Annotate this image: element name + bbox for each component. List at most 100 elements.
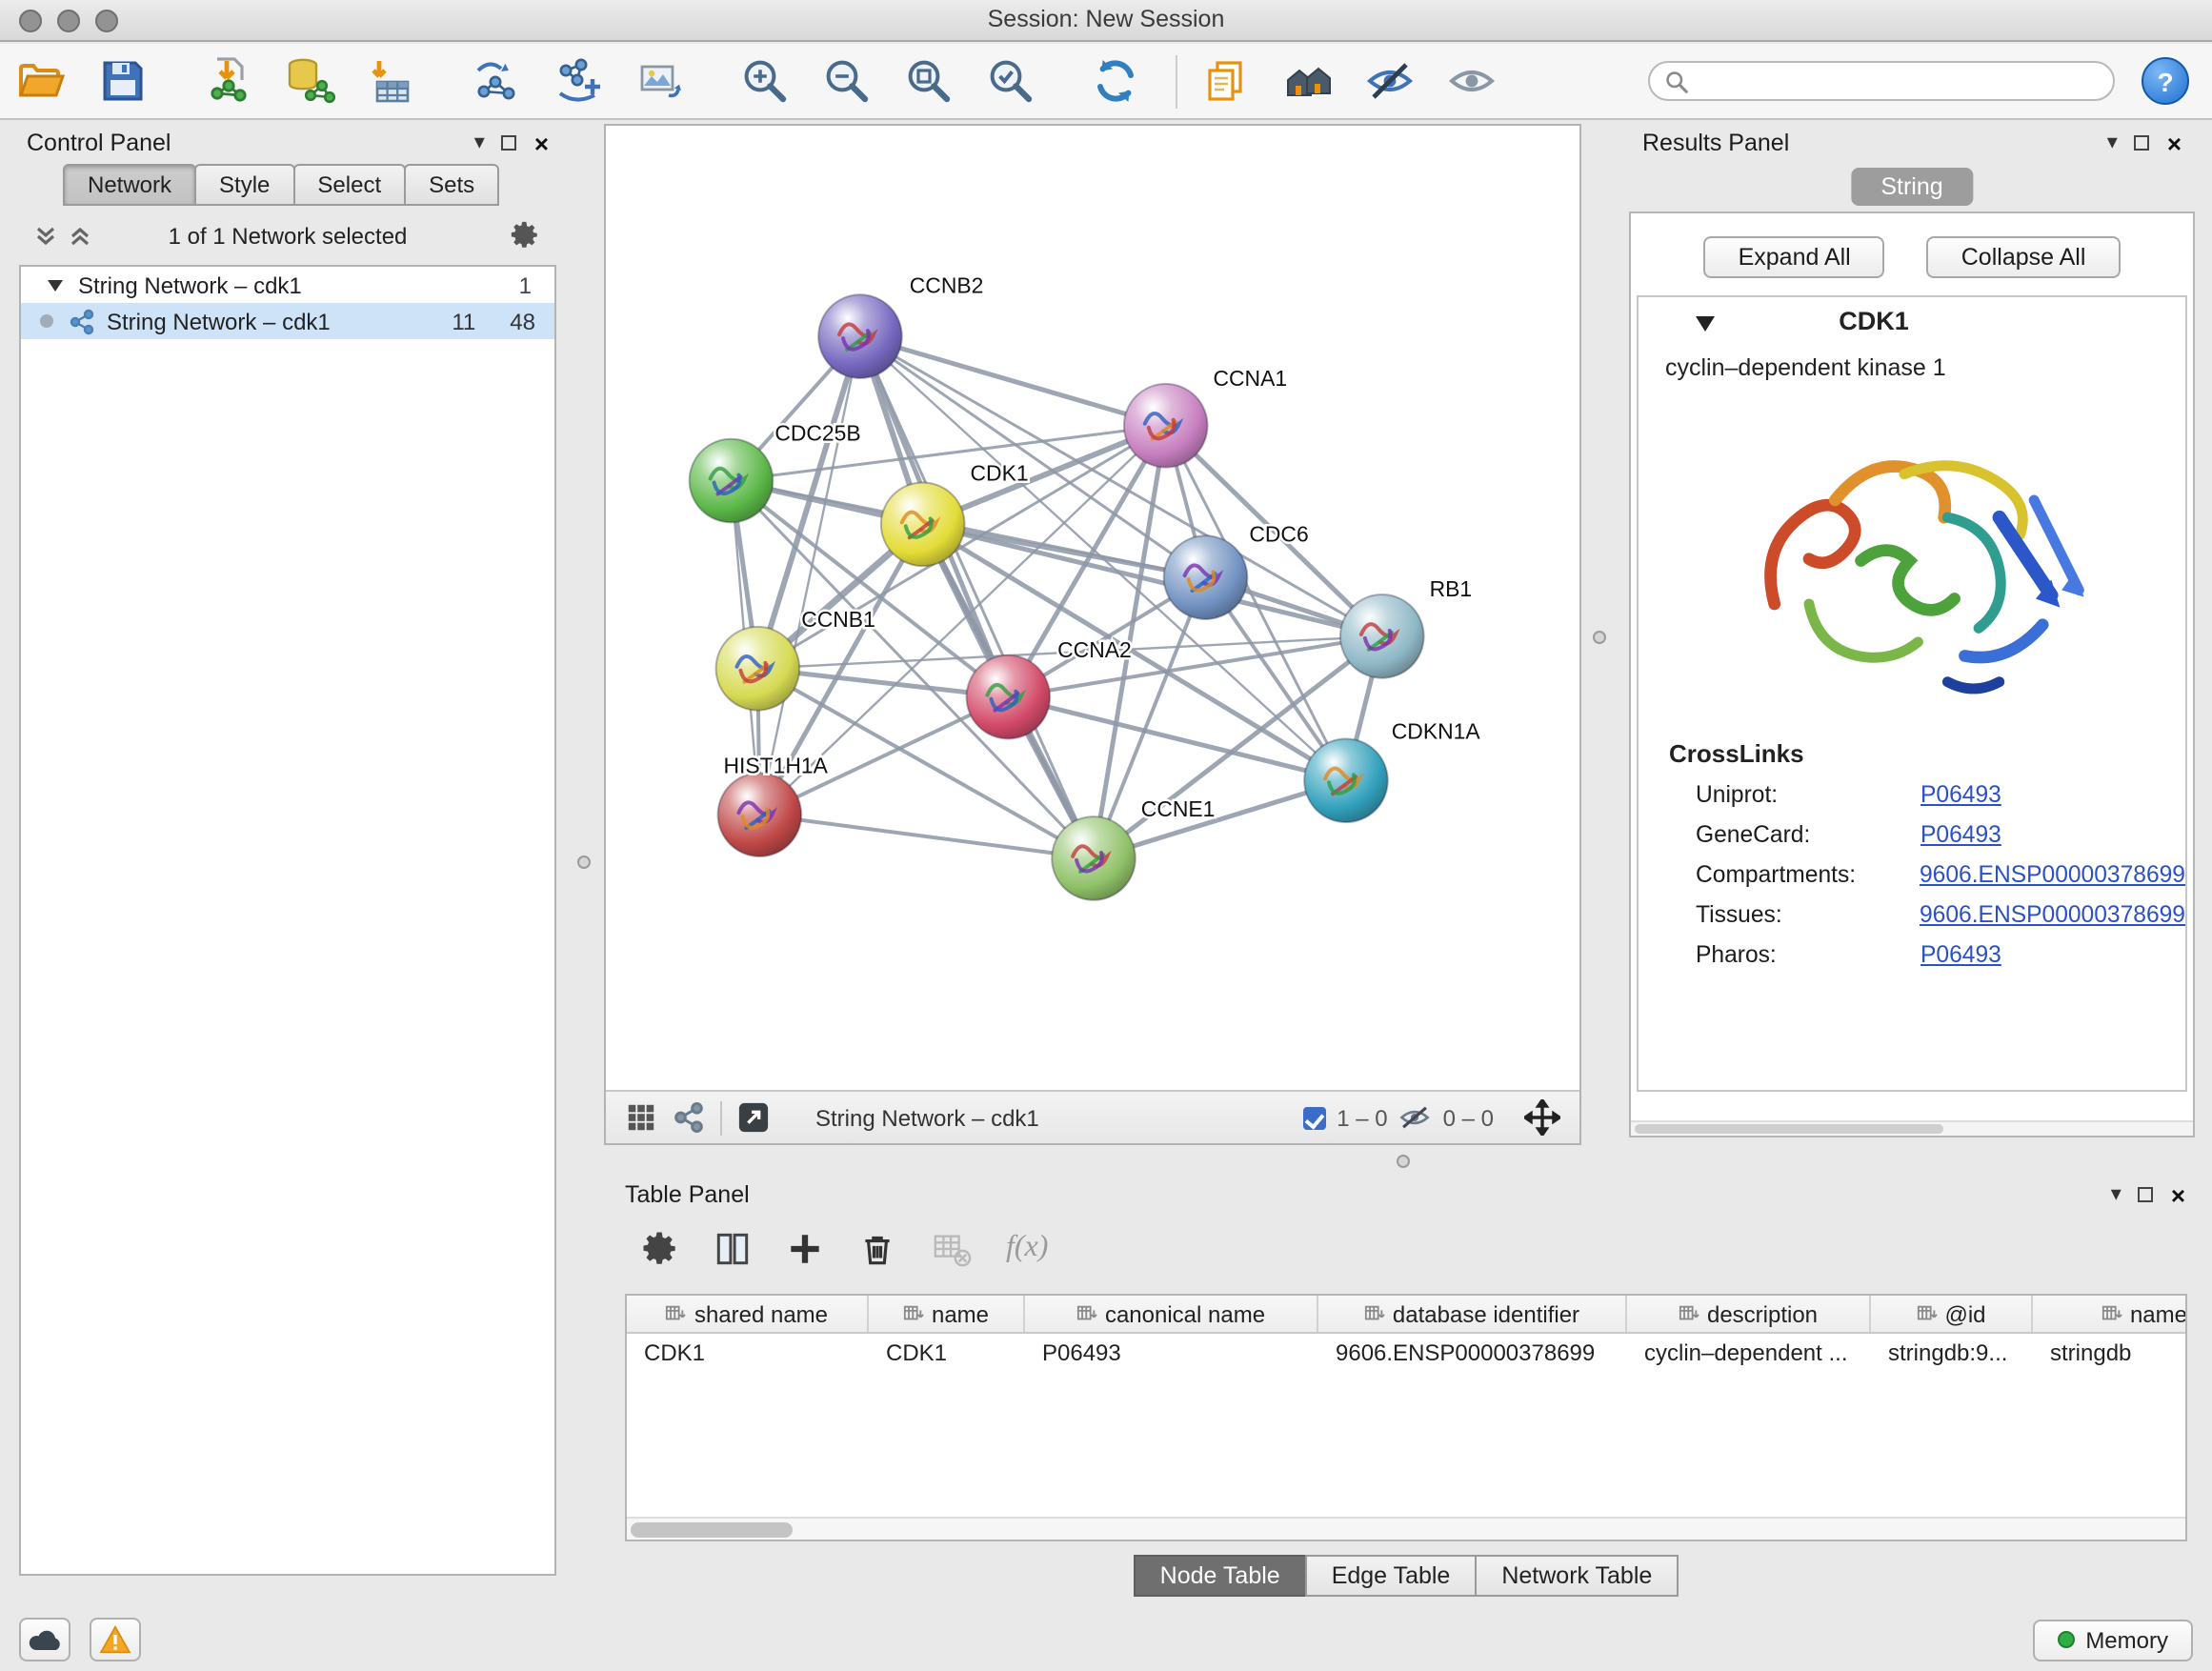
search-box[interactable] — [1648, 61, 2115, 101]
network-tree: String Network – cdk1 1 String Network –… — [19, 265, 556, 1576]
search-input[interactable] — [1698, 70, 2098, 92]
refresh-icon[interactable] — [1090, 55, 1141, 107]
crosslink-value[interactable]: P06493 — [1920, 780, 2001, 807]
zoom-fit-icon[interactable] — [903, 55, 955, 107]
warning-button[interactable] — [90, 1618, 141, 1661]
column-header[interactable]: namespace — [2033, 1296, 2187, 1332]
tab-node-table[interactable]: Node Table — [1134, 1555, 1307, 1597]
network-row[interactable]: String Network – cdk1 11 48 — [21, 303, 554, 339]
crosslink-value[interactable]: P06493 — [1920, 820, 2001, 847]
network-node-cdk1[interactable] — [881, 483, 965, 567]
import-table-icon[interactable] — [366, 55, 417, 107]
zoom-out-icon[interactable] — [821, 55, 873, 107]
crosslink-value[interactable]: 9606.ENSP00000378699 — [1920, 860, 2185, 887]
network-canvas[interactable]: CCNB2CCNA1CDC25BCDK1CDC6RB1CCNB1CCNA2CDK… — [604, 124, 1581, 1145]
cloud-button[interactable] — [19, 1618, 70, 1661]
table-cell[interactable]: CDK1 — [627, 1339, 869, 1365]
crosslink-value[interactable]: 9606.ENSP00000378699 — [1920, 900, 2185, 927]
column-header[interactable]: shared name — [627, 1296, 869, 1332]
network-node-ccnb1[interactable] — [716, 627, 800, 711]
network-node-ccna2[interactable] — [967, 655, 1051, 739]
splitter-handle[interactable] — [577, 856, 591, 869]
network-node-cdkn1a[interactable] — [1304, 738, 1388, 822]
network-node-ccna1[interactable] — [1124, 384, 1208, 468]
image-export-icon[interactable] — [634, 55, 686, 107]
help-button[interactable]: ? — [2142, 57, 2189, 105]
network-node-ccne1[interactable] — [1052, 816, 1136, 900]
table-scrollbar[interactable] — [627, 1517, 2185, 1540]
tab-sets[interactable]: Sets — [404, 164, 499, 206]
maximize-panel-icon[interactable] — [2139, 1187, 2154, 1202]
table-cell[interactable]: CDK1 — [869, 1339, 1025, 1365]
network-node-ccnb2[interactable] — [818, 294, 902, 378]
tab-network-table[interactable]: Network Table — [1475, 1555, 1679, 1597]
float-panel-icon[interactable]: ▾ — [474, 132, 485, 153]
maximize-panel-icon[interactable] — [502, 135, 517, 151]
close-panel-icon[interactable]: × — [2171, 1182, 2185, 1207]
node-entry-header[interactable]: CDK1 — [1639, 297, 2185, 347]
results-scrollbar[interactable] — [1631, 1120, 2193, 1136]
hidden-eye-icon[interactable] — [1399, 1101, 1432, 1134]
expand-all-button[interactable]: Expand All — [1704, 236, 1885, 278]
string-share-icon[interactable] — [673, 1101, 705, 1134]
columns-icon[interactable] — [713, 1228, 753, 1268]
table-tabs: Node TableEdge TableNetwork Table — [613, 1555, 2201, 1597]
network-node-rb1[interactable] — [1340, 594, 1424, 678]
memory-button[interactable]: Memory — [2032, 1619, 2193, 1661]
houses-icon[interactable] — [1282, 55, 1334, 107]
zoom-in-icon[interactable] — [739, 55, 791, 107]
open-in-new-icon[interactable] — [737, 1101, 770, 1134]
float-panel-icon[interactable]: ▾ — [2111, 1184, 2122, 1205]
trash-icon[interactable] — [857, 1228, 897, 1268]
gear-icon[interactable] — [509, 219, 541, 252]
table-gear-icon[interactable] — [640, 1228, 680, 1268]
column-header[interactable]: name — [869, 1296, 1025, 1332]
selection-checkbox-icon[interactable] — [1302, 1106, 1325, 1129]
folder-open-icon[interactable] — [15, 55, 67, 107]
network-node-cdc25b[interactable] — [690, 439, 774, 523]
table-cell[interactable]: stringdb — [2033, 1339, 2187, 1365]
network-graph[interactable]: CCNB2CCNA1CDC25BCDK1CDC6RB1CCNB1CCNA2CDK… — [606, 126, 1579, 1090]
close-panel-icon[interactable]: × — [534, 131, 549, 155]
function-builder-icon[interactable]: f(x) — [1006, 1231, 1048, 1265]
tab-edge-table[interactable]: Edge Table — [1305, 1555, 1478, 1597]
column-header[interactable]: database identifier — [1318, 1296, 1627, 1332]
pan-crosshair-icon[interactable] — [1524, 1099, 1560, 1136]
documents-icon[interactable] — [1200, 55, 1252, 107]
column-header[interactable]: canonical name — [1025, 1296, 1318, 1332]
add-column-icon[interactable] — [785, 1228, 825, 1268]
column-header[interactable]: @id — [1871, 1296, 2033, 1332]
network-new-icon[interactable] — [553, 55, 604, 107]
collapse-all-button[interactable]: Collapse All — [1927, 236, 2121, 278]
splitter-handle[interactable] — [1397, 1155, 1410, 1168]
scrollbar-thumb[interactable] — [1635, 1124, 1944, 1134]
float-panel-icon[interactable]: ▾ — [2107, 132, 2118, 153]
tab-select[interactable]: Select — [292, 164, 406, 206]
network-node-cdc6[interactable] — [1164, 535, 1248, 619]
tab-network[interactable]: Network — [63, 164, 196, 206]
close-panel-icon[interactable]: × — [2167, 131, 2182, 155]
collapse-icon[interactable] — [48, 279, 63, 291]
network-node-hist1h1a[interactable] — [718, 773, 802, 856]
network-collection-row[interactable]: String Network – cdk1 1 — [21, 267, 554, 303]
network-arrows-icon[interactable] — [471, 55, 522, 107]
eye-visible-icon[interactable] — [1446, 55, 1498, 107]
grid-icon[interactable] — [625, 1101, 657, 1134]
import-network-icon[interactable] — [202, 55, 253, 107]
table-row[interactable]: CDK1CDK1P064939606.ENSP00000378699cyclin… — [627, 1334, 2185, 1370]
splitter-handle[interactable] — [1593, 631, 1606, 644]
maximize-panel-icon[interactable] — [2135, 135, 2150, 151]
table-cell[interactable]: cyclin–dependent ... — [1627, 1339, 1871, 1365]
table-cell[interactable]: 9606.ENSP00000378699 — [1318, 1339, 1627, 1365]
zoom-selected-icon[interactable] — [985, 55, 1036, 107]
scrollbar-thumb[interactable] — [631, 1522, 793, 1538]
table-cell[interactable]: P06493 — [1025, 1339, 1318, 1365]
import-database-icon[interactable] — [284, 55, 335, 107]
crosslink-value[interactable]: P06493 — [1920, 940, 2001, 967]
floppy-save-icon[interactable] — [97, 55, 149, 107]
tab-string[interactable]: String — [1850, 168, 1973, 206]
table-cell[interactable]: stringdb:9... — [1871, 1339, 2033, 1365]
eye-hidden-icon[interactable] — [1364, 55, 1416, 107]
column-header[interactable]: description — [1627, 1296, 1871, 1332]
tab-style[interactable]: Style — [194, 164, 294, 206]
